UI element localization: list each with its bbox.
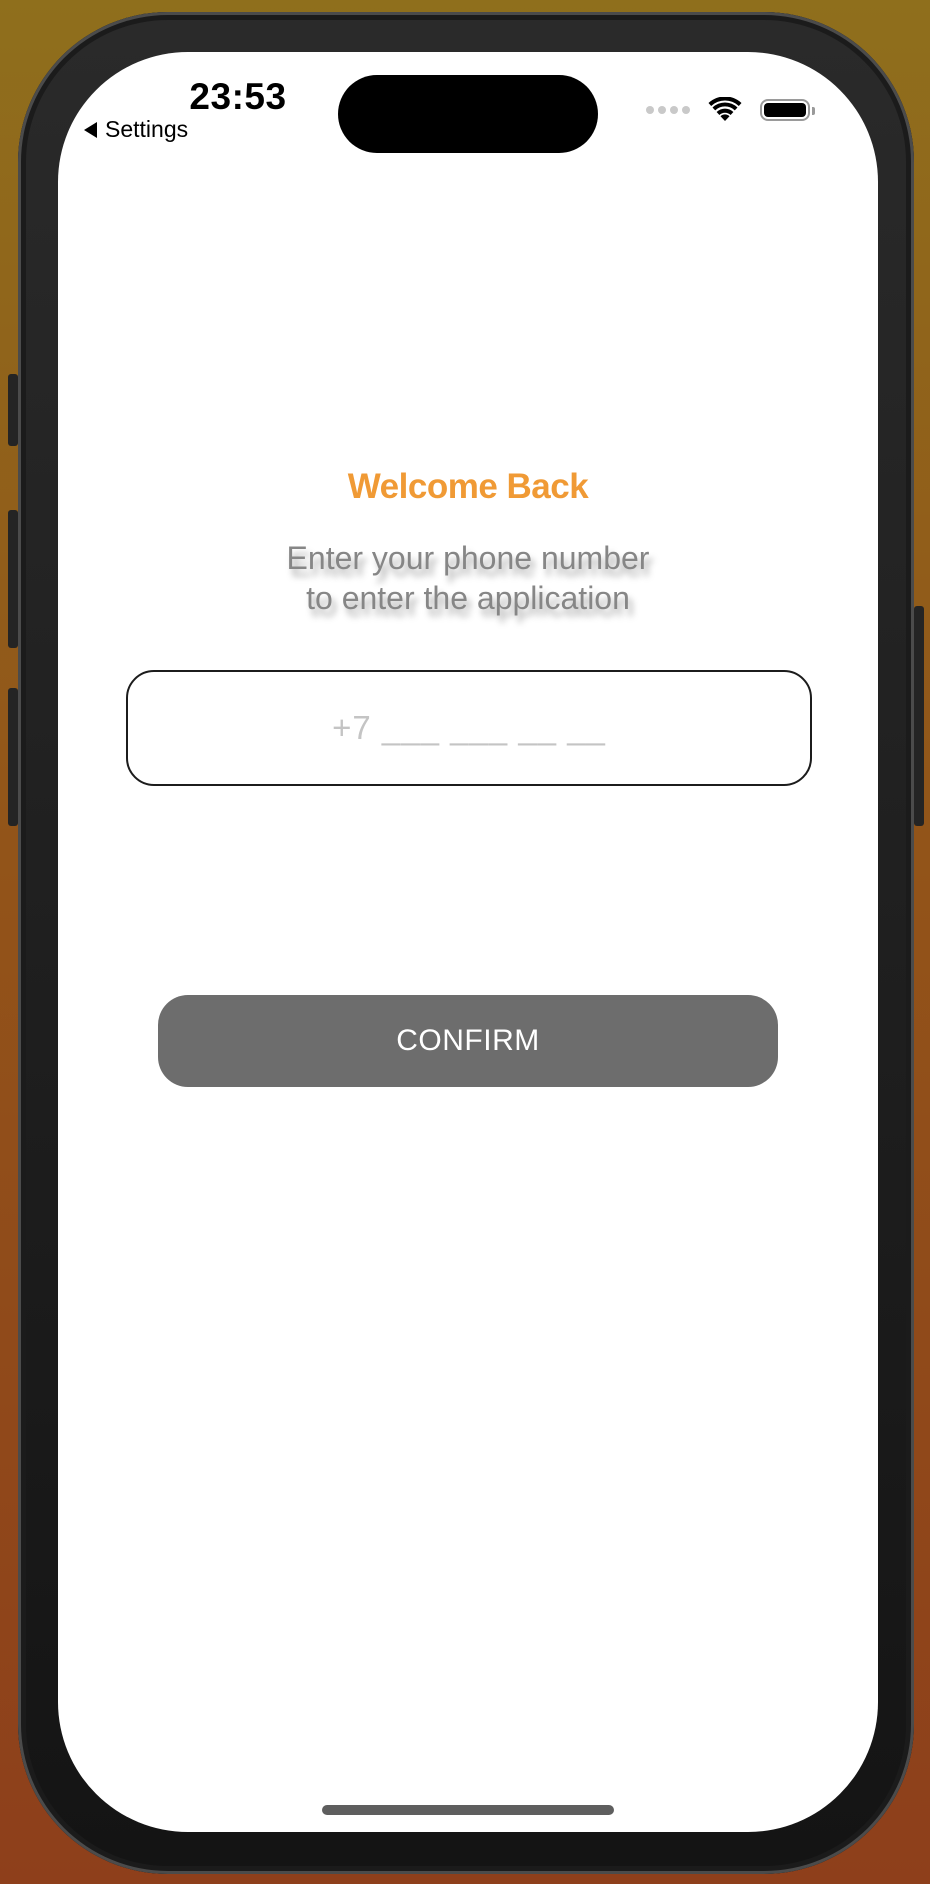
power-button [914,606,924,826]
welcome-title: Welcome Back [347,467,589,506]
home-indicator[interactable] [322,1805,614,1815]
status-time: 23:53 [189,76,287,117]
back-triangle-icon [84,121,97,138]
back-label: Settings [105,116,189,142]
subtitle-line-1: Enter your phone number [286,540,650,576]
back-to-settings-link[interactable]: Settings [84,116,188,143]
app-screen: 23:53 Settings Welcome Back Enter your p… [58,52,878,1832]
status-icons [646,97,815,123]
volume-up-button [8,510,18,648]
confirm-button[interactable]: CONFIRM [158,995,778,1087]
cellular-signal-icon [646,106,690,114]
volume-down-button [8,688,18,826]
login-subtitle: Enter your phone number to enter the app… [58,538,878,618]
action-button [8,374,18,446]
wifi-icon [708,97,742,121]
phone-number-input[interactable] [126,670,812,786]
battery-icon [760,99,815,121]
dynamic-island [338,75,598,153]
subtitle-line-2: to enter the application [306,580,630,616]
